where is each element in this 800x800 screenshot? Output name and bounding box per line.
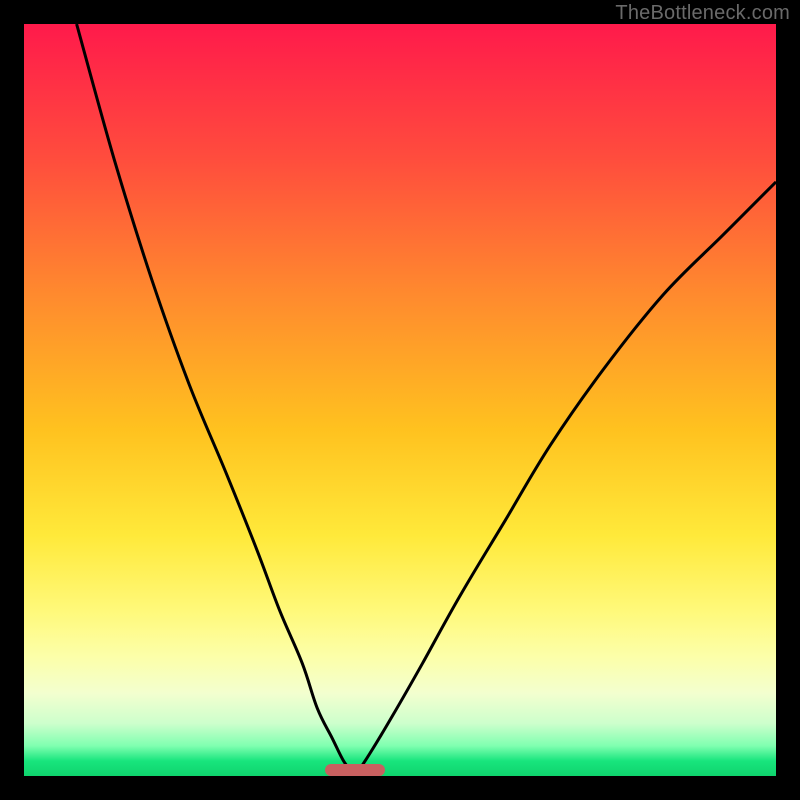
- left-curve: [77, 24, 355, 776]
- watermark-text: TheBottleneck.com: [615, 2, 790, 25]
- bottleneck-marker: [325, 764, 385, 776]
- plot-area: [24, 24, 776, 776]
- right-curve: [355, 182, 776, 776]
- curves-layer: [24, 24, 776, 776]
- chart-frame: TheBottleneck.com: [0, 0, 800, 800]
